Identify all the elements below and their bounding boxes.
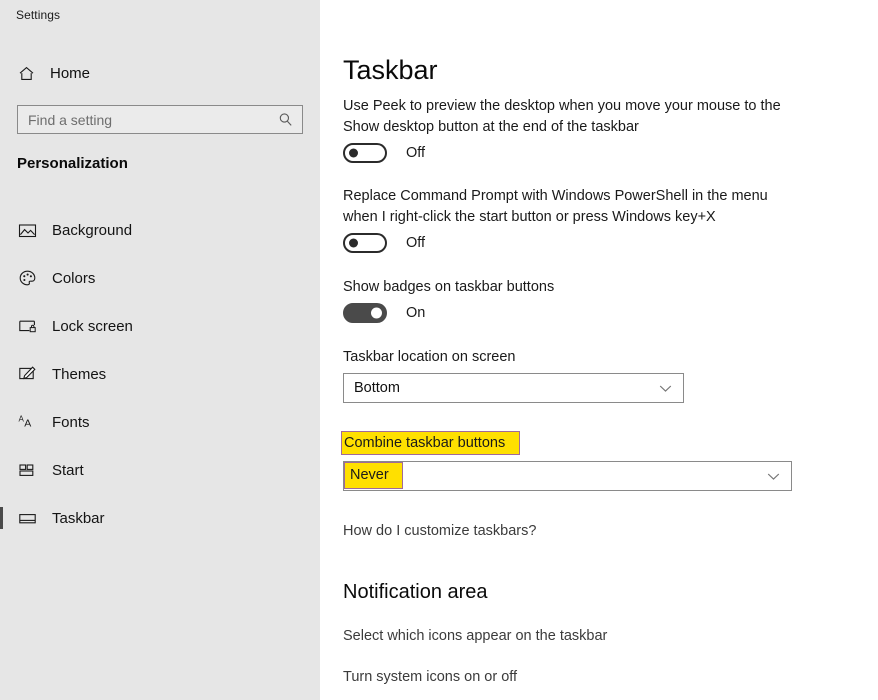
taskbar-location-value: Bottom xyxy=(354,380,659,396)
app-title: Settings xyxy=(16,8,60,22)
badges-toggle[interactable] xyxy=(343,303,387,323)
system-icons-link[interactable]: Turn system icons on or off xyxy=(343,669,517,685)
select-icons-link[interactable]: Select which icons appear on the taskbar xyxy=(343,628,607,644)
sidebar-item-home-label: Home xyxy=(50,65,90,82)
sidebar-nav-list: Background Colors xyxy=(0,206,320,542)
sidebar-item-label: Taskbar xyxy=(52,510,105,527)
sidebar-item-colors[interactable]: Colors xyxy=(0,254,320,302)
sidebar-item-label: Fonts xyxy=(52,414,90,431)
taskbar-icon xyxy=(18,509,44,528)
chevron-down-icon xyxy=(767,472,780,481)
sidebar-item-themes[interactable]: Themes xyxy=(0,350,320,398)
peek-toggle-state: Off xyxy=(406,145,425,161)
toggle-knob xyxy=(349,149,358,158)
sidebar-item-fonts[interactable]: A A Fonts xyxy=(0,398,320,446)
search-icon xyxy=(278,112,293,127)
badges-toggle-row: On xyxy=(343,303,425,323)
sidebar-item-label: Lock screen xyxy=(52,318,133,335)
combine-taskbar-buttons-label: Combine taskbar buttons xyxy=(344,435,505,451)
fonts-aa-icon: A A xyxy=(18,413,44,432)
powershell-toggle-state: Off xyxy=(406,235,425,251)
toggle-knob xyxy=(349,239,358,248)
image-icon xyxy=(18,221,44,240)
highlighted-value-text: Never xyxy=(350,467,389,483)
sidebar-item-taskbar[interactable]: Taskbar xyxy=(0,494,320,542)
notification-area-heading: Notification area xyxy=(343,581,488,604)
highlight-combine-value: Never xyxy=(344,462,403,489)
brush-icon xyxy=(18,365,44,384)
main-content: Taskbar Use Peek to preview the desktop … xyxy=(320,0,878,700)
peek-toggle-row: Off xyxy=(343,143,425,163)
sidebar-item-lock-screen[interactable]: Lock screen xyxy=(0,302,320,350)
highlight-combine-label: Combine taskbar buttons xyxy=(341,431,520,455)
page-title: Taskbar xyxy=(343,55,438,86)
svg-text:A: A xyxy=(24,417,31,429)
powershell-toggle[interactable] xyxy=(343,233,387,253)
setting-description-powershell: Replace Command Prompt with Windows Powe… xyxy=(343,186,793,228)
combine-taskbar-buttons-dropdown[interactable]: Never xyxy=(343,461,792,491)
sidebar-item-label: Start xyxy=(52,462,84,479)
sidebar-item-start[interactable]: Start xyxy=(0,446,320,494)
sidebar-item-home[interactable]: Home xyxy=(0,58,320,88)
setting-description-peek: Use Peek to preview the desktop when you… xyxy=(343,96,793,138)
sidebar-item-label: Themes xyxy=(52,366,106,383)
search-placeholder: Find a setting xyxy=(28,112,278,128)
sidebar-section-title: Personalization xyxy=(17,155,128,172)
peek-toggle[interactable] xyxy=(343,143,387,163)
home-icon xyxy=(18,65,44,82)
combine-taskbar-buttons-value: Never xyxy=(354,468,767,484)
sidebar-item-label: Colors xyxy=(52,270,95,287)
palette-icon xyxy=(18,269,44,288)
setting-description-badges: Show badges on taskbar buttons xyxy=(343,277,793,298)
lock-screen-icon xyxy=(18,317,44,336)
customize-taskbars-link[interactable]: How do I customize taskbars? xyxy=(343,523,536,539)
sidebar-item-background[interactable]: Background xyxy=(0,206,320,254)
sidebar: Settings Home Find a setting Personaliza… xyxy=(0,0,320,700)
badges-toggle-state: On xyxy=(406,305,425,321)
taskbar-location-dropdown[interactable]: Bottom xyxy=(343,373,684,403)
powershell-toggle-row: Off xyxy=(343,233,425,253)
toggle-knob xyxy=(371,308,382,319)
start-tiles-icon xyxy=(18,461,44,480)
selection-indicator xyxy=(0,507,3,529)
sidebar-item-label: Background xyxy=(52,222,132,239)
search-input[interactable]: Find a setting xyxy=(17,105,303,134)
taskbar-location-label: Taskbar location on screen xyxy=(343,347,793,368)
chevron-down-icon xyxy=(659,384,672,393)
